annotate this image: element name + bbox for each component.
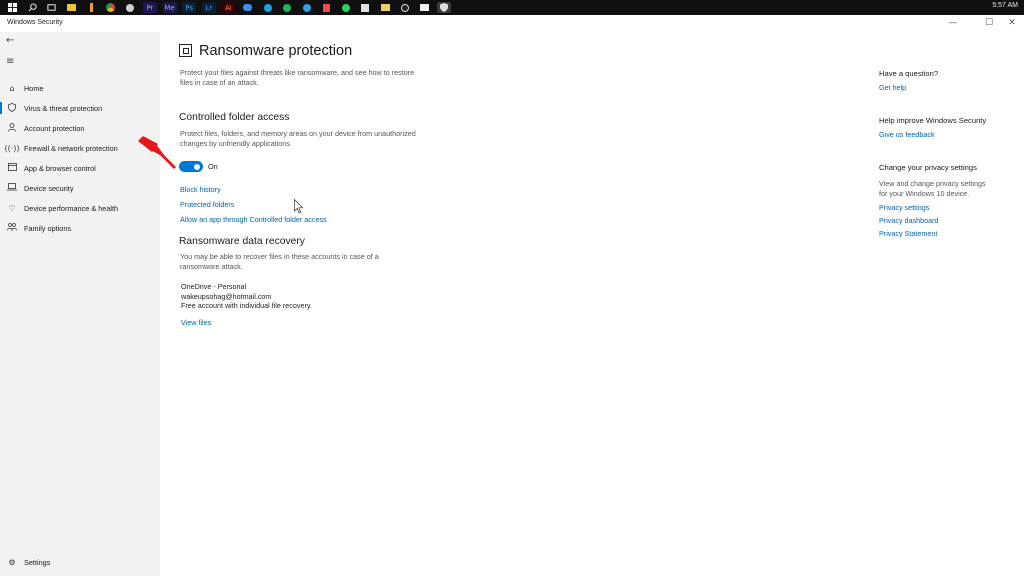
sidebar-item-label: Home: [24, 83, 44, 93]
privacy-settings-link[interactable]: Privacy settings: [879, 203, 929, 212]
store-icon[interactable]: [358, 2, 372, 13]
close-button[interactable]: ✕: [1001, 17, 1023, 30]
allow-app-link[interactable]: Allow an app through Controlled folder a…: [180, 215, 327, 224]
maximize-button[interactable]: ☐: [978, 17, 1000, 30]
sidebar-item-home[interactable]: ⌂ Home: [0, 78, 160, 98]
hamburger-menu-icon[interactable]: ≡: [6, 56, 14, 67]
sidebar-item-label: Firewall & network protection: [24, 143, 118, 153]
page-title: Ransomware protection: [199, 43, 353, 59]
sidebar-item-label: App & browser control: [24, 163, 96, 173]
photoshop-icon[interactable]: Ps: [182, 2, 197, 13]
privacy-desc-line: for your Windows 10 device.: [879, 188, 970, 198]
wifi-icon: ((·)): [4, 143, 20, 153]
privacy-dashboard-link[interactable]: Privacy dashboard: [879, 216, 939, 225]
mouse-cursor-icon: [294, 199, 304, 214]
gear-icon: ⚙: [8, 557, 16, 567]
sidebar-item-label: Device performance & health: [24, 203, 119, 213]
back-arrow-icon[interactable]: ←: [6, 35, 14, 46]
privacy-description: View and change privacy settings for you…: [879, 179, 986, 198]
laptop-icon: [0, 183, 24, 193]
outlook-icon[interactable]: [84, 2, 98, 13]
person-icon: [0, 122, 24, 134]
image-icon[interactable]: [417, 2, 431, 13]
folder-icon[interactable]: [378, 2, 392, 13]
task-view-icon[interactable]: [45, 2, 59, 13]
sidebar-item-label: Device security: [24, 183, 74, 193]
taskbar-clock[interactable]: 5:57 AM: [992, 2, 1018, 9]
recovery-desc-line: ransomware attack.: [180, 261, 243, 271]
rocket-icon[interactable]: [123, 2, 137, 13]
intro-line: files in case of an attack.: [180, 77, 259, 87]
recovery-description: You may be able to recover files in thes…: [180, 252, 379, 271]
improve-heading: Help improve Windows Security: [879, 116, 987, 125]
window-title: Windows Security: [7, 19, 63, 26]
home-icon: ⌂: [9, 83, 15, 93]
question-heading: Have a question?: [879, 69, 939, 78]
weather-icon[interactable]: [241, 2, 255, 13]
block-history-link[interactable]: Block history: [180, 185, 221, 194]
premiere-icon[interactable]: Pr: [142, 2, 157, 13]
cfa-toggle[interactable]: [179, 161, 203, 172]
cfa-description: Protect files, folders, and memory areas…: [180, 129, 416, 148]
recovery-heading: Ransomware data recovery: [179, 236, 305, 247]
toggle-knob: [194, 163, 200, 170]
taskbar: Pr Me Ps Lr Ai 5:57 AM: [0, 0, 1024, 15]
account-email: wakeupsohag@hotmail.com: [181, 291, 272, 301]
sidebar-item-label: Virus & threat protection: [24, 103, 103, 113]
sidebar-item-device-security[interactable]: Device security: [0, 178, 160, 198]
sidebar-item-settings[interactable]: ⚙ Settings: [0, 552, 160, 572]
sidebar-item-family[interactable]: Family options: [0, 218, 160, 238]
scissors-icon[interactable]: [319, 2, 333, 13]
spotify-icon[interactable]: [280, 2, 294, 13]
get-help-link[interactable]: Get help: [879, 83, 906, 92]
windows-security-icon[interactable]: [436, 2, 451, 13]
protected-folders-link[interactable]: Protected folders: [180, 200, 234, 209]
sidebar-item-label: Settings: [24, 557, 51, 567]
red-arrow-annotation: [138, 136, 176, 169]
sidebar-item-label: Family options: [24, 223, 72, 233]
cfa-desc-line: changes by unfriendly applications.: [180, 138, 292, 148]
file-explorer-icon[interactable]: [65, 2, 79, 13]
cfa-heading: Controlled folder access: [179, 112, 290, 123]
shield-icon: [0, 102, 24, 114]
account-description: Free account with individual file recove…: [181, 301, 312, 311]
illustrator-icon[interactable]: Ai: [221, 2, 236, 13]
telegram-icon[interactable]: [300, 2, 314, 13]
page-intro: Protect your files against threats like …: [180, 68, 414, 87]
search-icon[interactable]: [25, 2, 39, 13]
media-encoder-icon[interactable]: Me: [162, 2, 177, 13]
obs-icon[interactable]: [398, 2, 412, 13]
family-icon: [0, 223, 24, 233]
onedrive-account: OneDrive - Personal wakeupsohag@hotmail.…: [181, 282, 312, 311]
heart-icon: ♡: [8, 203, 16, 213]
minimize-button[interactable]: —: [942, 17, 964, 30]
intro-line: Protect your files against threats like …: [180, 68, 415, 77]
cfa-desc-line: Protect files, folders, and memory areas…: [180, 129, 416, 138]
sidebar-item-virus-threat[interactable]: Virus & threat protection: [0, 98, 160, 118]
window-titlebar: Windows Security — ☐ ✕: [0, 15, 1024, 32]
main-content: Ransomware protection Protect your files…: [160, 32, 1024, 576]
cfa-toggle-state: On: [208, 162, 218, 171]
sidebar: ← ≡ ⌂ Home Virus & threat protection Acc…: [0, 32, 160, 576]
sidebar-item-device-performance[interactable]: ♡ Device performance & health: [0, 198, 160, 218]
view-files-link[interactable]: View files: [181, 318, 211, 327]
privacy-statement-link[interactable]: Privacy Statement: [879, 229, 937, 238]
whatsapp-icon[interactable]: [339, 2, 353, 13]
sidebar-item-label: Account protection: [24, 123, 85, 133]
privacy-desc-line: View and change privacy settings: [879, 179, 986, 188]
give-feedback-link[interactable]: Give us feedback: [879, 130, 935, 139]
recovery-desc-line: You may be able to recover files in thes…: [180, 252, 379, 261]
app-window-icon: [0, 163, 24, 173]
lightroom-icon[interactable]: Lr: [201, 2, 216, 13]
account-name: OneDrive - Personal: [181, 282, 247, 291]
privacy-heading: Change your privacy settings: [879, 163, 977, 172]
ransomware-icon: [179, 44, 192, 57]
windows-start-icon[interactable]: [6, 2, 20, 13]
chrome-icon[interactable]: [104, 2, 118, 13]
clipchamp-icon[interactable]: [261, 2, 275, 13]
